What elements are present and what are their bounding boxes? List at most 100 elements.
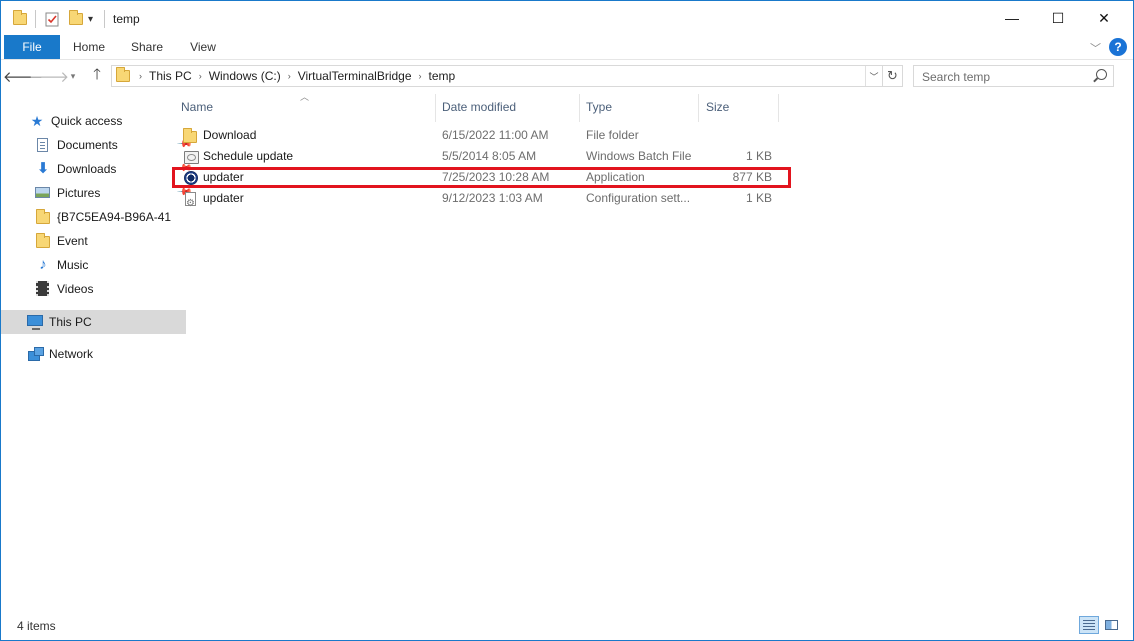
breadcrumb-temp[interactable]: temp [425, 69, 460, 83]
tab-file[interactable]: File [4, 35, 60, 59]
details-view-icon [1083, 620, 1095, 630]
nav-downloads[interactable]: ⬇ Downloads 📌 [1, 157, 194, 181]
file-name-text: Download [203, 128, 257, 142]
folder-icon [116, 67, 130, 82]
nav-label: Music [57, 258, 89, 272]
file-name: Download [183, 125, 433, 146]
file-name: Schedule update [183, 146, 433, 167]
nav-event[interactable]: Event [1, 229, 194, 253]
item-count: 4 items [17, 619, 56, 633]
expand-ribbon-icon[interactable]: ﹀ [1090, 40, 1101, 56]
column-header-date-modified[interactable]: Date modified [436, 92, 579, 122]
breadcrumb-virtualterminalbridge[interactable]: VirtualTerminalBridge [294, 69, 416, 83]
status-bar: 4 items [1, 613, 1133, 639]
folder-icon [35, 209, 51, 225]
explorer-window: ▾ temp — ☐ ✕ File Home Share View ﹀ ? 🡐 … [0, 0, 1134, 641]
table-row[interactable]: Download 6/15/2022 11:00 AM File folder [175, 125, 789, 146]
help-icon[interactable]: ? [1109, 38, 1127, 56]
file-name: updater [183, 188, 433, 209]
nav-network[interactable]: Network [1, 342, 186, 366]
pictures-icon [35, 185, 51, 201]
folder-icon [183, 127, 199, 144]
breadcrumb-separator-icon[interactable]: › [136, 71, 145, 81]
maximize-button[interactable]: ☐ [1035, 1, 1081, 35]
title-bar: ▾ temp — ☐ ✕ [1, 1, 1133, 35]
nav-label: Quick access [51, 114, 123, 128]
nav-pictures[interactable]: Pictures 📌 [1, 181, 194, 205]
nav-label: Documents [57, 138, 118, 152]
music-icon: ♪ [39, 256, 47, 273]
large-icons-view-button[interactable] [1101, 616, 1121, 634]
address-dropdown-icon[interactable]: ﹀ [865, 66, 882, 86]
ribbon-tabs: File Home Share View ﹀ ? [1, 35, 1133, 60]
search-box[interactable] [913, 65, 1114, 87]
file-size: 1 KB [745, 191, 772, 205]
star-icon: ★ [30, 113, 44, 129]
large-icons-view-icon [1104, 620, 1118, 630]
nav-label: Network [49, 347, 94, 361]
up-button[interactable]: 🡑 [87, 66, 107, 86]
search-icon[interactable] [1096, 69, 1107, 80]
properties-icon[interactable] [45, 10, 59, 28]
config-file-icon [183, 191, 199, 209]
nav-label: This PC [49, 315, 92, 329]
breadcrumb-separator-icon[interactable]: › [285, 71, 294, 81]
folder-icon [35, 233, 51, 249]
file-list: ︿ Name Date modified Type Size Download … [169, 92, 1133, 612]
column-header-type[interactable]: Type [580, 92, 698, 122]
column-divider[interactable] [698, 94, 699, 122]
divider [104, 10, 105, 28]
nav-label: Videos [57, 282, 94, 296]
file-type: File folder [586, 128, 639, 142]
nav-label: Event [57, 234, 88, 248]
nav-label: Downloads [57, 162, 117, 176]
nav-videos[interactable]: Videos [1, 277, 194, 301]
file-type: Configuration sett... [586, 191, 691, 205]
breadcrumb-this-pc[interactable]: This PC [145, 69, 196, 83]
file-name-text: Schedule update [203, 149, 294, 163]
folder-icon [13, 10, 27, 28]
nav-label: {B7C5EA94-B96A-41 [57, 210, 172, 224]
file-date: 5/5/2014 8:05 AM [442, 149, 537, 163]
nav-label: Pictures [57, 186, 101, 200]
details-view-button[interactable] [1079, 616, 1099, 634]
table-row[interactable]: updater 9/12/2023 1:03 AM Configuration … [175, 188, 789, 209]
file-name-text: updater [203, 191, 244, 205]
column-divider[interactable] [778, 94, 779, 122]
forward-button[interactable]: 🡒 [29, 66, 69, 86]
divider [35, 10, 36, 28]
videos-icon [35, 281, 51, 297]
batch-file-icon [183, 149, 199, 165]
file-size [701, 125, 772, 146]
column-header-name[interactable]: Name [175, 92, 435, 122]
customize-quick-access-icon[interactable]: ▾ [88, 10, 93, 28]
documents-icon [35, 137, 51, 153]
nav-quick-access[interactable]: ★ Quick access [1, 109, 188, 133]
search-input[interactable] [920, 67, 1094, 87]
close-button[interactable]: ✕ [1081, 1, 1127, 35]
highlight-box [172, 167, 791, 188]
column-header-size[interactable]: Size [700, 92, 778, 122]
minimize-button[interactable]: — [989, 1, 1035, 35]
network-icon [27, 346, 44, 362]
tab-home[interactable]: Home [63, 35, 115, 59]
new-folder-icon[interactable] [69, 10, 83, 28]
nav-documents[interactable]: Documents 📌 [1, 133, 194, 157]
window-title: temp [113, 12, 140, 26]
table-row[interactable]: Schedule update 5/5/2014 8:05 AM Windows… [175, 146, 789, 167]
address-bar[interactable]: › This PC › Windows (C:) › VirtualTermin… [111, 65, 883, 87]
file-date: 6/15/2022 11:00 AM [442, 128, 549, 142]
file-size: 1 KB [745, 149, 772, 163]
refresh-button[interactable]: ↻ [883, 65, 903, 87]
breadcrumb-separator-icon[interactable]: › [196, 71, 205, 81]
nav-music[interactable]: ♪ Music [1, 253, 194, 277]
tab-share[interactable]: Share [121, 35, 173, 59]
breadcrumb-separator-icon[interactable]: › [416, 71, 425, 81]
recent-locations-icon[interactable]: ▾ [63, 66, 83, 86]
nav-this-pc[interactable]: This PC [1, 310, 186, 334]
this-pc-icon [27, 314, 43, 330]
navigation-pane: ★ Quick access Documents 📌 ⬇ Downloads 📌… [1, 98, 192, 608]
breadcrumb-windows-c[interactable]: Windows (C:) [205, 69, 285, 83]
nav-folder-guid[interactable]: {B7C5EA94-B96A-41 [1, 205, 194, 229]
tab-view[interactable]: View [177, 35, 229, 59]
